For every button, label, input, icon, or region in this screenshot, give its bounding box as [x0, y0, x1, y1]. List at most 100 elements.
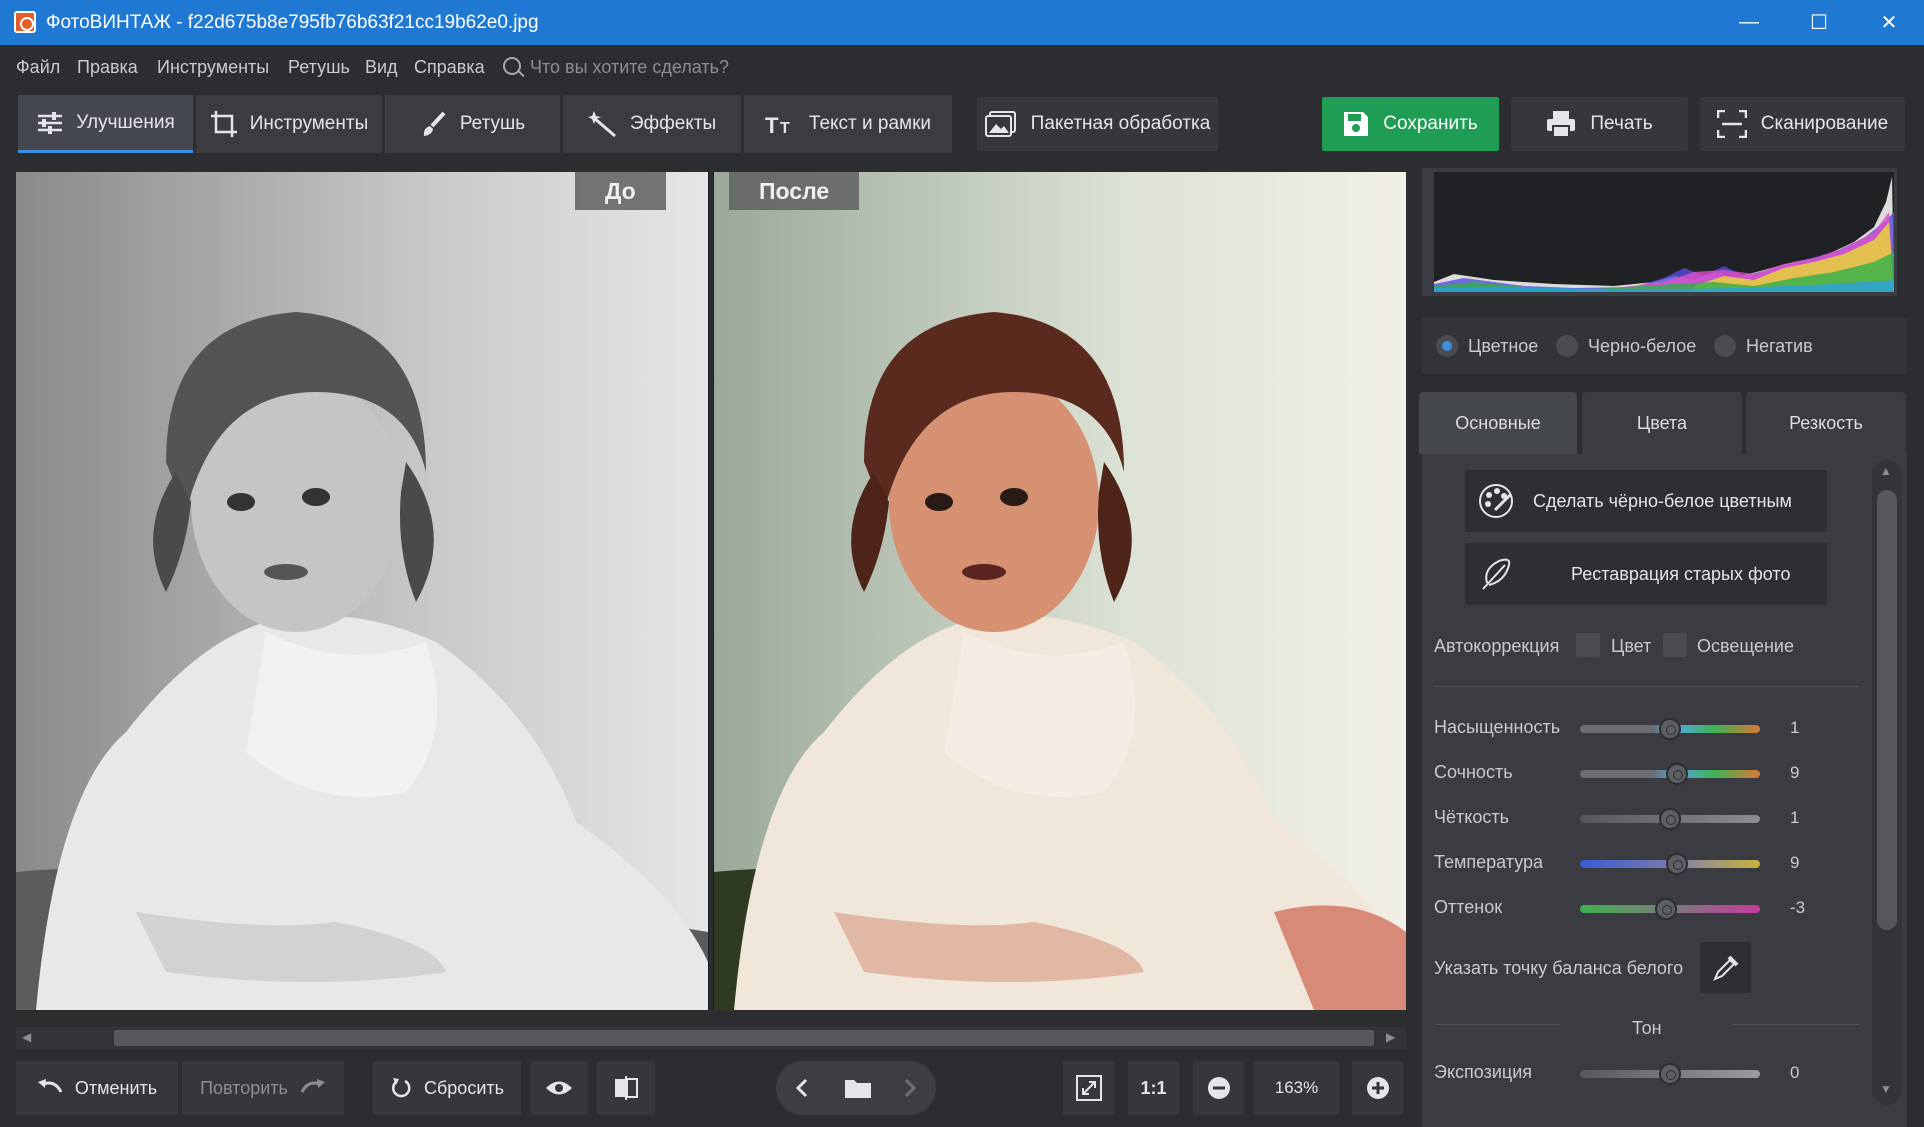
saturation-slider-handle[interactable] — [1659, 718, 1681, 740]
white-balance-picker-button[interactable] — [1700, 942, 1751, 993]
menu-view[interactable]: Вид — [365, 57, 398, 78]
menu-bar: Файл Правка Инструменты Ретушь Вид Справ… — [0, 45, 1924, 87]
exposure-value: 0 — [1790, 1063, 1800, 1082]
radio-unchecked-icon — [1714, 335, 1736, 357]
sliders-icon — [38, 111, 63, 134]
zoom-in-button[interactable] — [1352, 1061, 1403, 1115]
reset-button[interactable]: Сбросить — [373, 1061, 521, 1115]
auto-light-label: Освещение — [1697, 636, 1794, 656]
tab-retouch[interactable]: Ретушь — [385, 95, 560, 153]
undo-button[interactable]: Отменить — [16, 1061, 178, 1115]
scroll-left-arrow-icon[interactable]: ◀ — [22, 1030, 31, 1044]
clarity-value: 1 — [1790, 808, 1800, 827]
zoom-out-button[interactable] — [1193, 1061, 1244, 1115]
fit-to-screen-button[interactable] — [1063, 1061, 1114, 1115]
preview-button[interactable] — [530, 1061, 588, 1115]
scroll-down-arrow-icon[interactable]: ▼ — [1880, 1082, 1892, 1096]
save-button[interactable]: Сохранить — [1322, 97, 1499, 151]
tab-basic[interactable]: Основные — [1419, 392, 1577, 454]
undo-label: Отменить — [74, 1077, 158, 1098]
histogram-graph — [1434, 172, 1894, 292]
print-button[interactable]: Печать — [1511, 97, 1688, 151]
save-label: Сохранить — [1383, 113, 1478, 134]
redo-button[interactable]: Повторить — [182, 1061, 344, 1115]
compare-icon — [615, 1076, 638, 1100]
menu-edit[interactable]: Правка — [77, 57, 138, 78]
eye-icon — [546, 1081, 572, 1095]
clarity-slider-handle[interactable] — [1659, 808, 1681, 830]
saturation-label: Насыщенность — [1434, 717, 1561, 737]
menu-tools[interactable]: Инструменты — [157, 57, 269, 78]
batch-processing-button[interactable]: Пакетная обработка — [977, 97, 1218, 151]
reset-label: Сбросить — [423, 1077, 504, 1098]
colorize-label: Сделать чёрно-белое цветным — [1533, 490, 1792, 511]
undo-icon — [37, 1079, 63, 1093]
tab-effects[interactable]: Эффекты — [563, 95, 741, 153]
autocorrection-label: Автокоррекция — [1434, 636, 1560, 656]
scan-icon — [1716, 110, 1747, 138]
maximize-button[interactable]: ☐ — [1784, 0, 1854, 45]
radio-unchecked-icon — [1556, 335, 1578, 357]
redo-icon — [300, 1079, 325, 1093]
after-label: После — [729, 172, 860, 210]
print-label: Печать — [1590, 113, 1653, 134]
tone-section-header: Тон — [1632, 1018, 1662, 1038]
restore-old-photo-button[interactable]: Реставрация старых фото — [1465, 543, 1827, 605]
batch-label: Пакетная обработка — [1030, 113, 1211, 134]
window-title: ФотоВИНТАЖ - f22d675b8e795fb76b63f21cc19… — [46, 12, 539, 33]
compare-button[interactable] — [597, 1061, 655, 1115]
tab-label: Ретушь — [459, 113, 526, 134]
close-button[interactable]: ✕ — [1854, 0, 1924, 45]
search-icon — [503, 57, 521, 75]
images-icon — [984, 111, 1016, 137]
eyedropper-icon — [1712, 955, 1738, 981]
title-bar: ФотоВИНТАЖ - f22d675b8e795fb76b63f21cc19… — [0, 0, 1924, 45]
horizontal-scrollbar-thumb[interactable] — [114, 1030, 1374, 1046]
scan-label: Сканирование — [1760, 113, 1889, 134]
mode-label: Негатив — [1746, 335, 1813, 356]
tab-tools[interactable]: Инструменты — [196, 95, 382, 153]
auto-color-label: Цвет — [1611, 636, 1652, 656]
exposure-label: Экспозиция — [1434, 1062, 1532, 1082]
tab-enhancements[interactable]: Улучшения — [18, 95, 193, 153]
scan-button[interactable]: Сканирование — [1700, 97, 1905, 151]
split-divider[interactable] — [709, 172, 713, 1030]
auto-color-checkbox[interactable] — [1576, 633, 1600, 657]
menu-help[interactable]: Справка — [414, 57, 485, 78]
folder-icon — [845, 1080, 871, 1098]
next-image-button[interactable] — [894, 1072, 926, 1104]
colorize-button[interactable]: Сделать чёрно-белое цветным — [1465, 470, 1827, 532]
tab-label: Эффекты — [629, 113, 717, 134]
saturation-value: 1 — [1790, 718, 1800, 737]
menu-file[interactable]: Файл — [16, 57, 60, 78]
vibrance-label: Сочность — [1434, 762, 1513, 782]
tab-label: Текст и рамки — [808, 113, 932, 134]
previous-image-button[interactable] — [786, 1072, 818, 1104]
zoom-level[interactable]: 163% — [1254, 1061, 1339, 1115]
auto-light-checkbox[interactable] — [1663, 633, 1687, 657]
exposure-slider-handle[interactable] — [1659, 1063, 1681, 1085]
mode-color-radio[interactable]: Цветное — [1436, 335, 1538, 357]
zoom-100-button[interactable]: 1:1 — [1128, 1061, 1179, 1115]
vertical-scrollbar-thumb[interactable] — [1877, 490, 1897, 930]
brush-icon — [423, 111, 446, 136]
tab-colors[interactable]: Цвета — [1582, 392, 1742, 454]
floppy-disk-icon — [1344, 112, 1369, 136]
magic-wand-icon — [587, 111, 616, 138]
scroll-up-arrow-icon[interactable]: ▲ — [1880, 464, 1892, 478]
vibrance-value: 9 — [1790, 763, 1800, 782]
tab-sharpness[interactable]: Резкость — [1746, 392, 1906, 454]
svg-text:T: T — [780, 120, 790, 136]
restore-label: Реставрация старых фото — [1571, 563, 1791, 584]
search-input[interactable] — [530, 54, 830, 80]
mode-bw-radio[interactable]: Черно-белое — [1556, 335, 1696, 357]
mode-negative-radio[interactable]: Негатив — [1714, 335, 1813, 357]
menu-retouch[interactable]: Ретушь — [288, 57, 350, 78]
minimize-button[interactable]: — — [1714, 0, 1784, 45]
before-photo — [16, 172, 708, 1010]
open-folder-button[interactable] — [838, 1068, 878, 1108]
chevron-left-icon — [795, 1078, 808, 1098]
scroll-right-arrow-icon[interactable]: ▶ — [1386, 1030, 1395, 1044]
tab-text-frames[interactable]: TT Текст и рамки — [744, 95, 952, 153]
mode-label: Черно-белое — [1588, 335, 1697, 356]
